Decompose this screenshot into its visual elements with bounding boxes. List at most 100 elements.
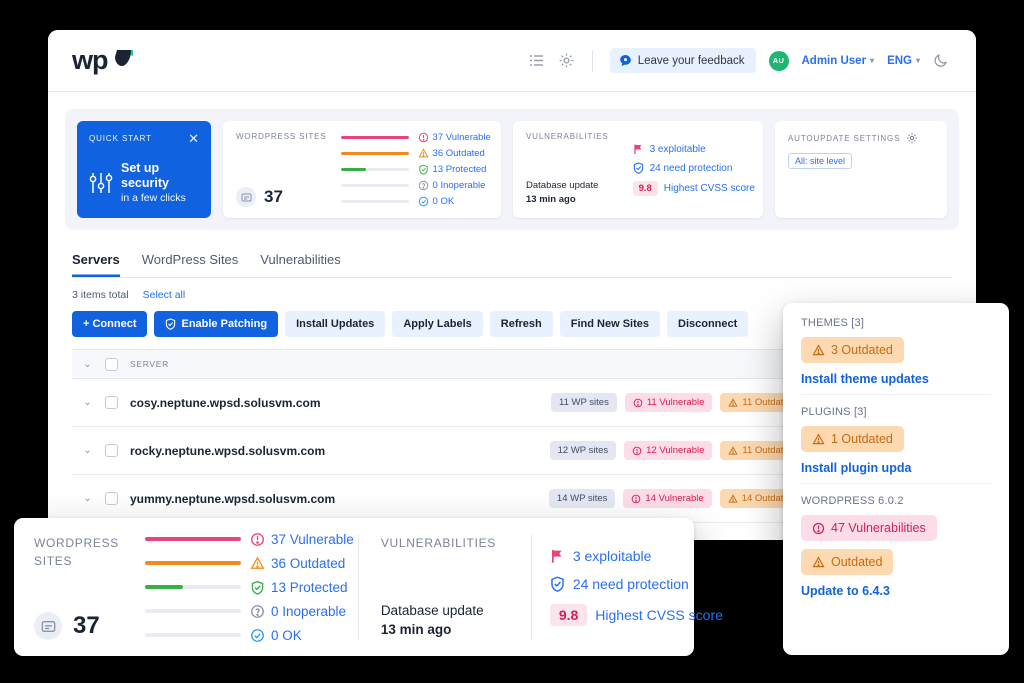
shield-check-icon bbox=[418, 164, 429, 175]
row-checkbox[interactable] bbox=[105, 396, 118, 409]
row-checkbox[interactable] bbox=[105, 492, 118, 505]
check-circle-icon bbox=[418, 196, 429, 207]
disconnect-button[interactable]: Disconnect bbox=[667, 311, 749, 337]
legend-label[interactable]: 0 Inoperable bbox=[418, 180, 485, 191]
autoupdate-level-badge[interactable]: All: site level bbox=[788, 153, 853, 169]
list-icon[interactable] bbox=[528, 52, 545, 69]
warning-triangle-icon bbox=[728, 445, 739, 456]
avatar[interactable]: AU bbox=[768, 50, 789, 71]
legend-bar bbox=[340, 136, 409, 139]
app-header: wp Leave your feedback AU Admin User ▾ E… bbox=[48, 30, 976, 92]
overlay-need-protection-label: 24 need protection bbox=[572, 576, 689, 592]
wordpress-outdated-badge[interactable]: Outdated bbox=[801, 549, 894, 575]
overlay-database-update-time: 13 min ago bbox=[380, 622, 452, 638]
plugins-outdated-badge[interactable]: 1 Outdated bbox=[801, 426, 904, 452]
need-protection-label: 24 need protection bbox=[649, 162, 733, 174]
overlay-vulnerabilities: VULNERABILITIES Database update 13 min a… bbox=[357, 534, 723, 640]
legend-label[interactable]: 13 Protected bbox=[418, 164, 486, 175]
wordpress-sites-title: WORDPRESS SITES bbox=[236, 132, 327, 141]
close-icon[interactable]: ✕ bbox=[188, 132, 199, 145]
plugins-section: PLUGINS [3] 1 Outdated Install plugin up… bbox=[801, 394, 991, 483]
exclamation-circle-icon bbox=[633, 398, 643, 408]
question-circle-icon bbox=[250, 604, 265, 619]
site-details-overlay: THEMES [3] 3 Outdated Install theme upda… bbox=[783, 303, 1009, 655]
check-circle-icon bbox=[250, 628, 265, 643]
install-updates-button[interactable]: Install Updates bbox=[285, 311, 386, 337]
exclamation-circle-icon bbox=[632, 446, 642, 456]
exclamation-circle-icon bbox=[812, 522, 825, 535]
find-new-sites-button[interactable]: Find New Sites bbox=[559, 311, 660, 337]
wp-logo[interactable]: wp bbox=[72, 47, 135, 74]
exclamation-circle-icon bbox=[418, 132, 429, 143]
flag-icon bbox=[633, 143, 644, 155]
wordpress-vulnerabilities-label: 47 Vulnerabilities bbox=[831, 521, 926, 535]
overlay-legend-row: 13 Protected bbox=[144, 580, 354, 595]
overlay-legend-label[interactable]: 36 Outdated bbox=[250, 556, 345, 571]
legend-row: 13 Protected bbox=[340, 164, 491, 175]
expand-row-chevron-icon[interactable]: ⌄ bbox=[82, 493, 93, 504]
language-menu[interactable]: ENG ▾ bbox=[887, 55, 920, 67]
overlay-legend-label[interactable]: 0 Inoperable bbox=[250, 604, 346, 619]
tab-vulnerabilities[interactable]: Vulnerabilities bbox=[260, 252, 340, 277]
vulnerable-badge[interactable]: 11 Vulnerable bbox=[624, 393, 713, 412]
wp-sites-badge[interactable]: 12 WP sites bbox=[549, 441, 617, 460]
quick-start-texts: Set up security in a few clicks bbox=[121, 161, 199, 205]
wordpress-vulnerabilities-badge[interactable]: 47 Vulnerabilities bbox=[801, 515, 937, 541]
install-theme-updates-link[interactable]: Install theme updates bbox=[801, 372, 991, 386]
themes-outdated-badge[interactable]: 3 Outdated bbox=[801, 337, 904, 363]
need-protection-row[interactable]: 24 need protection bbox=[633, 162, 755, 174]
exclamation-circle-icon bbox=[250, 532, 265, 547]
overlay-exploitable-row[interactable]: 3 exploitable bbox=[550, 548, 723, 564]
overlay-legend-label[interactable]: 37 Vulnerable bbox=[250, 532, 354, 547]
tab-servers[interactable]: Servers bbox=[72, 252, 120, 277]
double-chevron-down-icon[interactable]: ⌄ bbox=[82, 359, 93, 370]
overlay-vulnerabilities-summary: VULNERABILITIES Database update 13 min a… bbox=[381, 534, 513, 640]
enable-patching-button[interactable]: Enable Patching bbox=[154, 311, 279, 337]
cvss-row[interactable]: 9.8 Highest CVSS score bbox=[632, 181, 755, 196]
legend-label[interactable]: 37 Vulnerable bbox=[418, 132, 491, 143]
install-plugin-updates-link[interactable]: Install plugin upda bbox=[801, 461, 991, 475]
wp-sites-badge[interactable]: 14 WP sites bbox=[548, 489, 616, 508]
wp-sites-badge[interactable]: 11 WP sites bbox=[551, 393, 617, 412]
expand-row-chevron-icon[interactable]: ⌄ bbox=[82, 397, 93, 408]
exploitable-row[interactable]: 3 exploitable bbox=[633, 143, 755, 155]
tab-wordpress-sites[interactable]: WordPress Sites bbox=[142, 252, 239, 277]
legend-label[interactable]: 0 OK bbox=[418, 196, 454, 207]
user-name-label: Admin User bbox=[801, 54, 867, 67]
quick-start-card[interactable]: QUICK START ✕ Set up security in a few c… bbox=[77, 121, 211, 218]
connect-button[interactable]: + Connect bbox=[72, 311, 148, 337]
row-checkbox[interactable] bbox=[105, 444, 118, 457]
overlay-legend-row: 37 Vulnerable bbox=[144, 532, 354, 547]
overlay-cvss-row[interactable]: 9.8 Highest CVSS score bbox=[549, 604, 723, 626]
legend-bar bbox=[340, 152, 409, 155]
server-name: yummy.neptune.wpsd.solusvm.com bbox=[130, 491, 336, 506]
overlay-need-protection-row[interactable]: 24 need protection bbox=[550, 576, 723, 592]
vulnerable-badge[interactable]: 14 Vulnerable bbox=[623, 489, 712, 508]
shield-check-icon bbox=[633, 162, 644, 174]
vulnerable-badge[interactable]: 12 Vulnerable bbox=[624, 441, 713, 460]
settings-gear-icon[interactable] bbox=[558, 52, 575, 69]
exploitable-label: 3 exploitable bbox=[649, 143, 706, 155]
wordpress-section: WORDPRESS 6.0.2 47 Vulnerabilities Outda… bbox=[801, 483, 991, 606]
refresh-button[interactable]: Refresh bbox=[489, 311, 553, 337]
header-actions: Leave your feedback AU Admin User ▾ ENG … bbox=[528, 48, 950, 73]
select-all-checkbox[interactable] bbox=[105, 357, 118, 371]
overlay-legend-label[interactable]: 13 Protected bbox=[250, 580, 348, 595]
list-meta: 3 items total Select all bbox=[72, 289, 952, 301]
update-wordpress-link[interactable]: Update to 6.4.3 bbox=[801, 584, 991, 598]
overlay-legend-label[interactable]: 0 OK bbox=[250, 628, 302, 643]
expand-row-chevron-icon[interactable]: ⌄ bbox=[82, 445, 93, 456]
vulnerabilities-card: VULNERABILITIES Database update 13 min a… bbox=[513, 121, 763, 218]
overlay-database-update-info: Database update 13 min ago bbox=[381, 601, 513, 640]
wordpress-sites-count-value: 37 bbox=[264, 187, 283, 206]
leave-feedback-button[interactable]: Leave your feedback bbox=[609, 48, 756, 73]
select-all-link[interactable]: Select all bbox=[143, 289, 186, 301]
legend-label[interactable]: 36 Outdated bbox=[417, 148, 485, 159]
user-menu[interactable]: Admin User ▾ bbox=[802, 55, 875, 67]
header-divider bbox=[591, 49, 593, 72]
shield-check-icon bbox=[250, 580, 265, 595]
settings-gear-icon[interactable] bbox=[906, 132, 918, 144]
plugins-title: PLUGINS [3] bbox=[801, 406, 867, 418]
moon-icon[interactable] bbox=[933, 52, 950, 69]
apply-labels-button[interactable]: Apply Labels bbox=[392, 311, 483, 337]
